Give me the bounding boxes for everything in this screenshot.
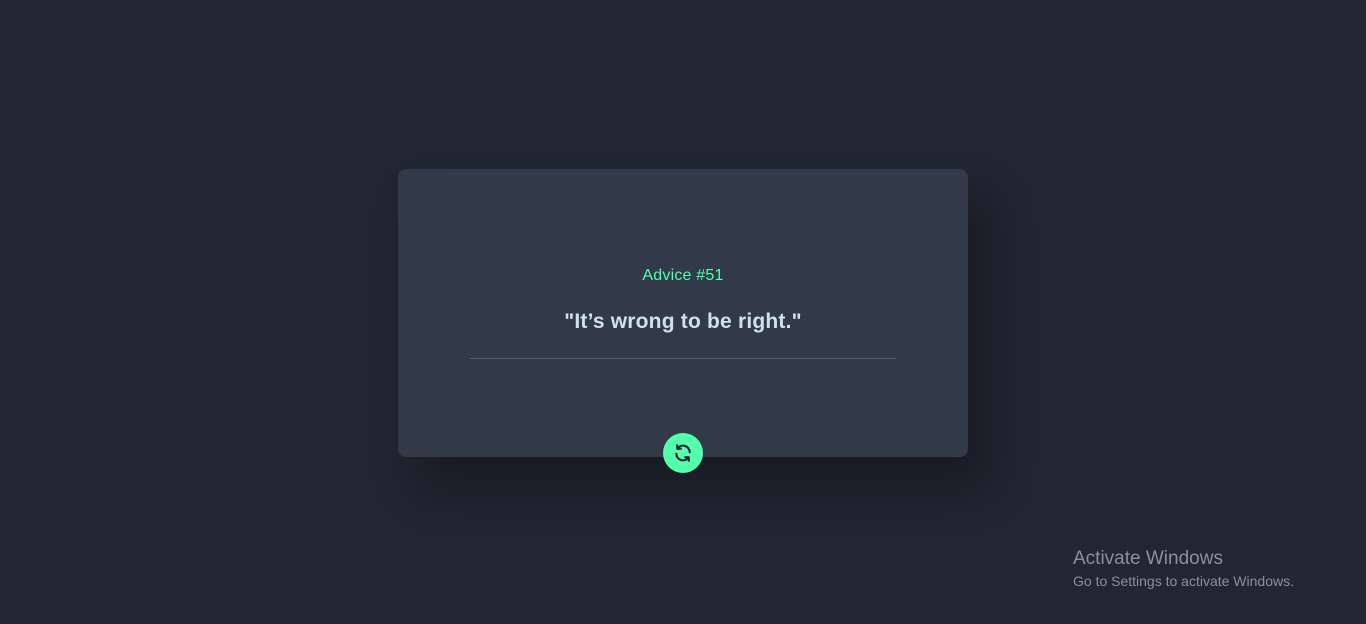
divider <box>470 358 896 359</box>
new-advice-button[interactable] <box>663 433 703 473</box>
advice-quote: "It’s wrong to be right." <box>564 310 802 333</box>
watermark-title: Activate Windows <box>1073 548 1223 569</box>
refresh-icon <box>673 443 693 463</box>
advice-card: Advice #51 "It’s wrong to be right." <box>398 169 968 457</box>
advice-number: Advice #51 <box>642 267 724 284</box>
activate-windows-watermark: Activate Windows Go to Settings to activ… <box>1073 548 1294 591</box>
watermark-subtitle: Go to Settings to activate Windows. <box>1073 573 1294 589</box>
